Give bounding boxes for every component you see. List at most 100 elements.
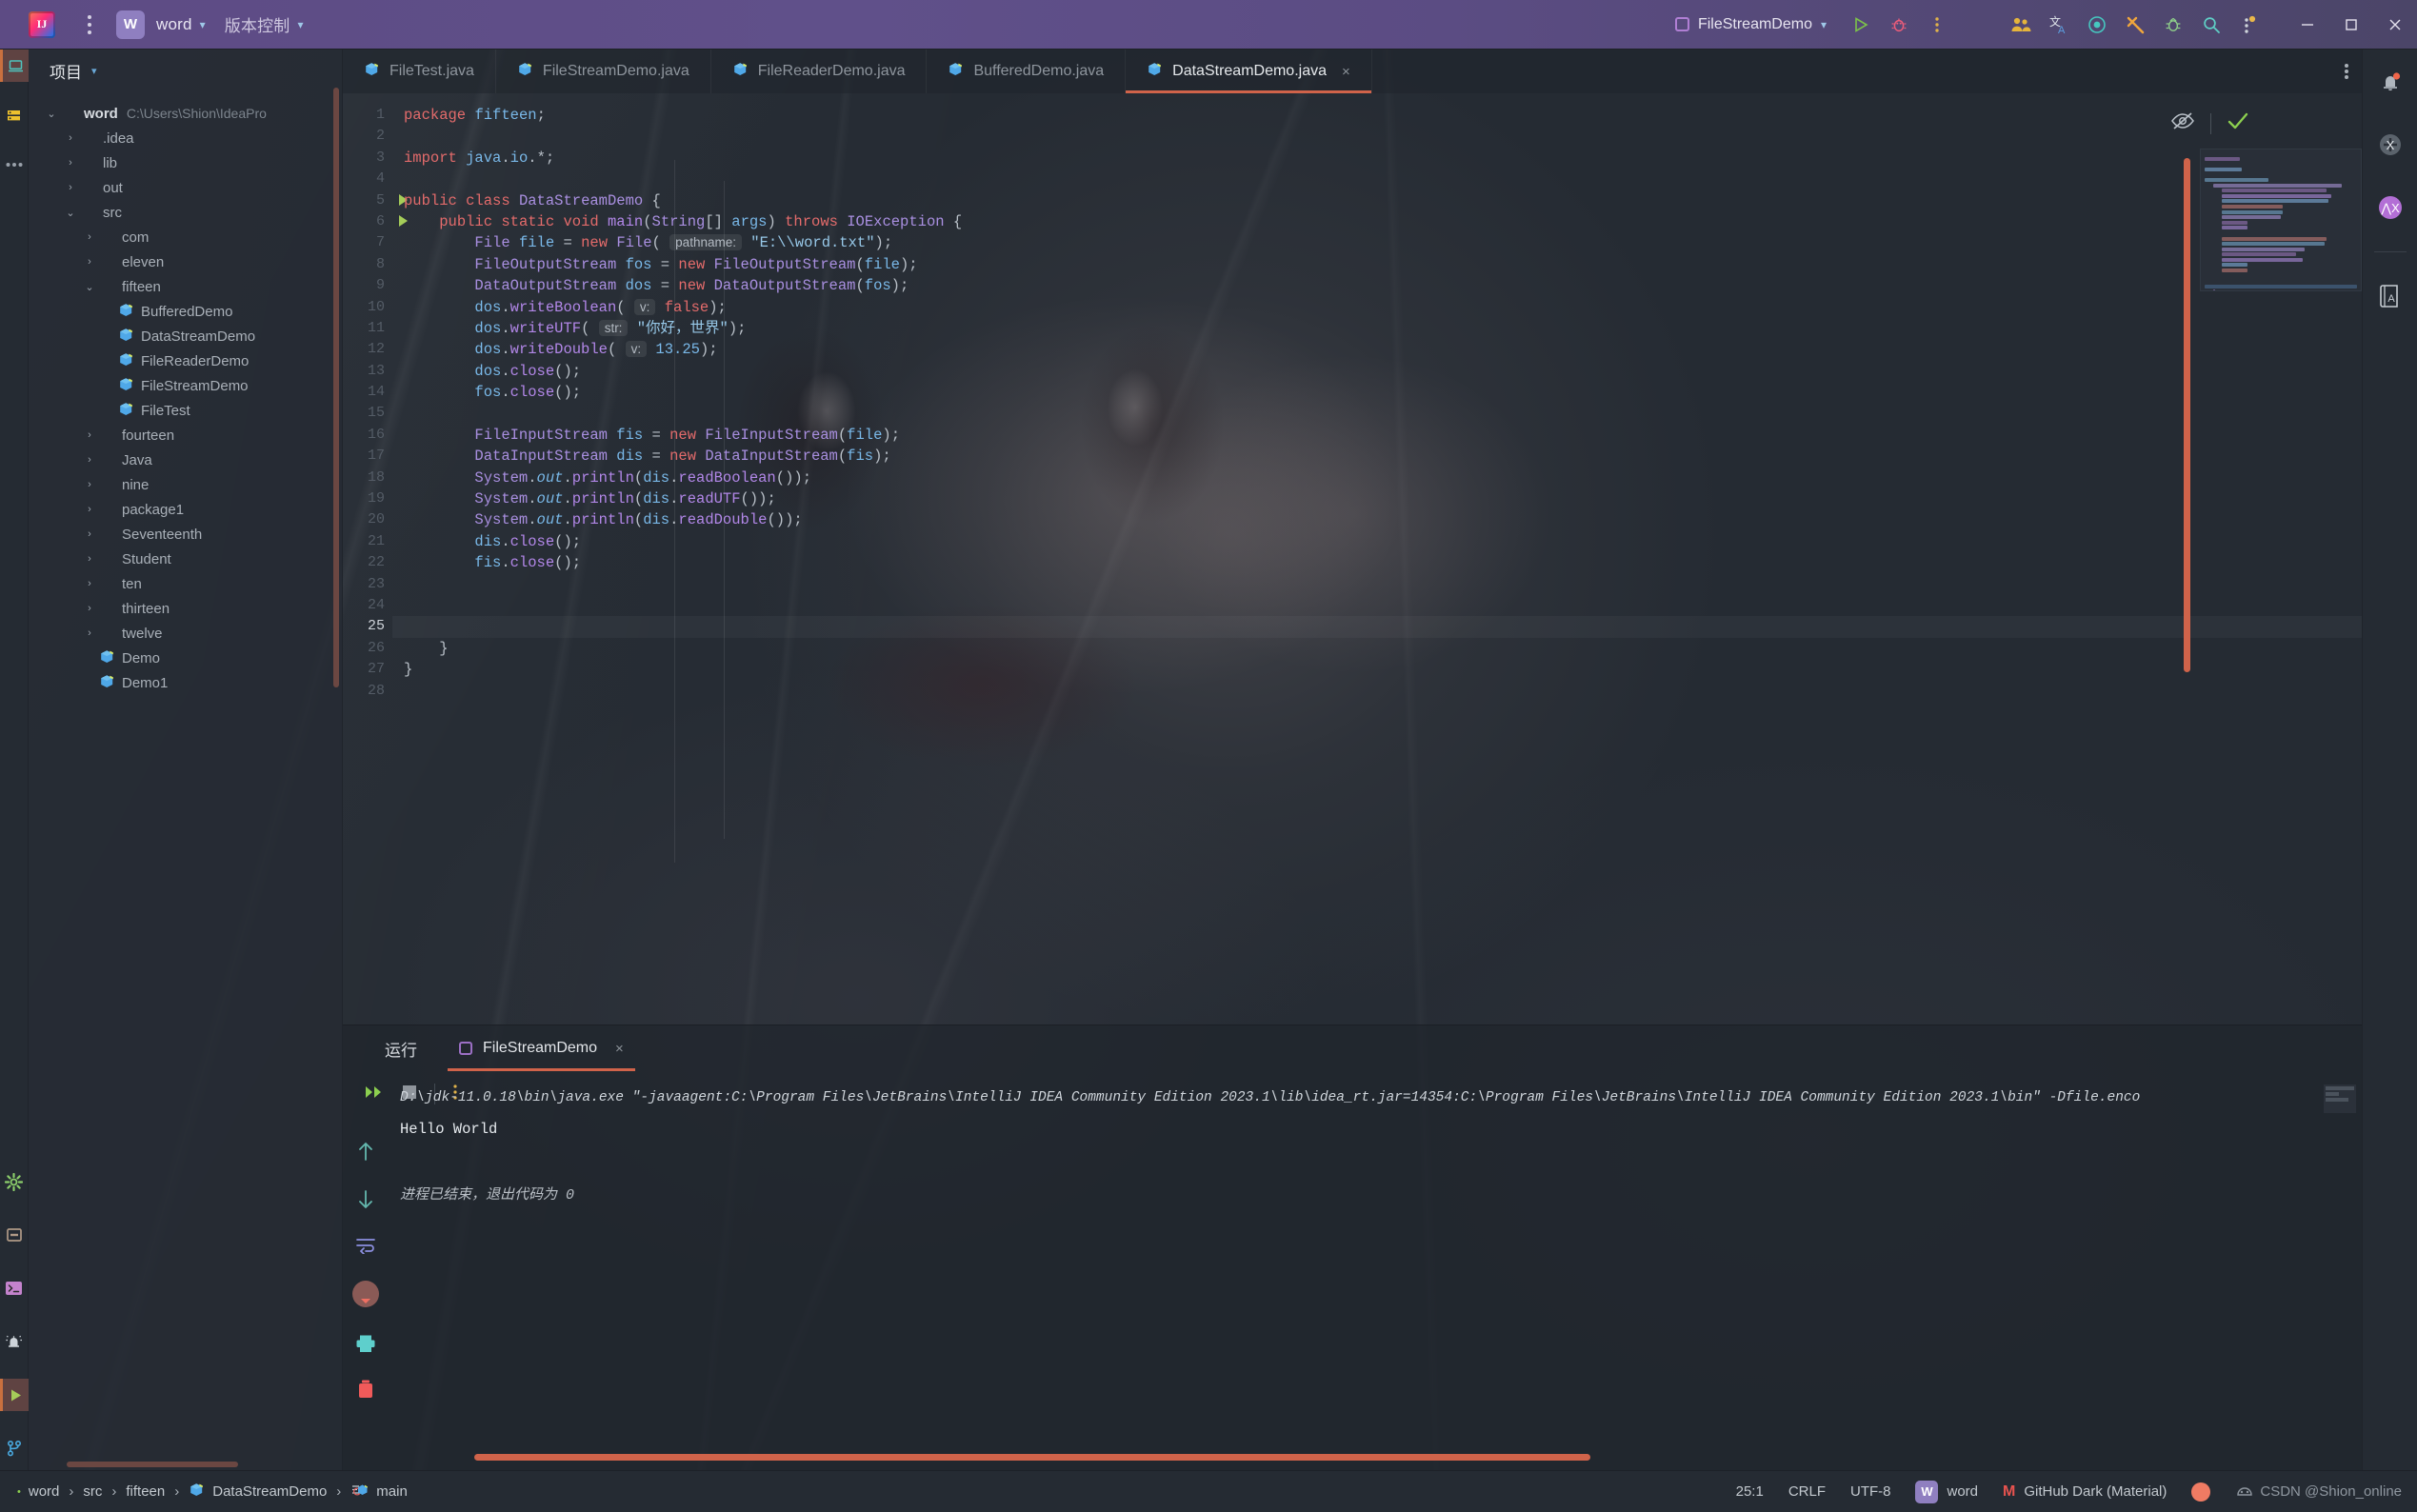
tree-item-filereaderdemo[interactable]: ›FileReaderDemo [29,348,342,373]
code-line-11[interactable]: dos.writeUTF( str: "你好，世界"); [392,318,2362,339]
ai-icon[interactable]: ⋀X [2371,189,2409,227]
project-selector[interactable]: W word ▾ [116,10,206,39]
updates-icon[interactable] [2230,6,2268,44]
editor-scrollbar-marker-bar[interactable] [2181,149,2194,1025]
chevron-right-icon[interactable]: › [80,603,99,614]
file-encoding[interactable]: UTF-8 [1850,1483,1891,1500]
chevron-right-icon[interactable]: › [61,182,80,193]
line-number-19[interactable]: 19 [343,488,392,509]
tree-item-java[interactable]: › Java [29,448,342,472]
debug-icon[interactable] [1880,6,1918,44]
editor-tab-filereaderdemo[interactable]: FileReaderDemo.java [711,50,928,93]
project-tree-horizontal-scrollbar[interactable] [67,1462,238,1467]
tree-item-fifteen[interactable]: ⌄ fifteen [29,274,342,299]
code-line-12[interactable]: dos.writeDouble( v: 13.25); [392,339,2362,360]
code-line-17[interactable]: DataInputStream dis = new DataInputStrea… [392,446,2362,467]
tree-item-lib[interactable]: › lib [29,150,342,175]
tree-item-thirteen[interactable]: › thirteen [29,596,342,621]
collaborate-icon[interactable] [2002,6,2040,44]
tree-item-twelve[interactable]: › twelve [29,621,342,646]
maximize-window-button[interactable] [2329,0,2373,50]
code-line-26[interactable]: } [392,638,2362,659]
line-separator[interactable]: CRLF [1788,1483,1826,1500]
chevron-right-icon[interactable]: › [80,479,99,490]
line-number-27[interactable]: 27 [343,659,392,680]
more-actions-icon[interactable] [1918,6,1956,44]
tools-icon[interactable] [2116,6,2154,44]
tree-item-buffereddemo[interactable]: ›BufferedDemo [29,299,342,324]
line-number-25[interactable]: 25 [343,616,392,637]
line-number-8[interactable]: 8 [343,254,392,275]
code-line-7[interactable]: File file = new File( pathname: "E:\\wor… [392,232,2362,253]
breadcrumb-item-fifteen[interactable]: fifteen [126,1483,165,1500]
tree-item-fourteen[interactable]: › fourteen [29,423,342,448]
soft-wrap-button[interactable] [355,1237,376,1259]
chevron-down-icon[interactable]: ⌄ [61,207,80,219]
tree-item-seventeenth[interactable]: › Seventeenth [29,522,342,547]
main-menu-icon[interactable] [76,14,103,34]
project-tree[interactable]: ⌄ word C:\Users\Shion\IdeaPro › .idea › lib › ou… [29,91,342,1470]
tree-item-demo1[interactable]: ›Demo1 [29,670,342,695]
tree-item-filestreamdemo[interactable]: ›FileStreamDemo [29,373,342,398]
project-status-item[interactable]: W word [1915,1480,1978,1503]
tree-item-package1[interactable]: › package1 [29,497,342,522]
more-tool-windows-button[interactable] [0,149,29,181]
version-control-menu[interactable]: 版本控制 ▾ [225,12,304,36]
notifications-bell-icon[interactable] [2371,63,2409,101]
breadcrumb-item-datastreamdemo[interactable]: DataStreamDemo [189,1482,327,1502]
chevron-right-icon[interactable]: › [80,627,99,639]
terminal-button[interactable] [0,1272,29,1304]
line-number-3[interactable]: 3 [343,148,392,169]
editor-tab-filetest[interactable]: FileTest.java [343,50,496,93]
code-line-27[interactable]: } [392,659,2362,680]
code-line-8[interactable]: FileOutputStream fos = new FileOutputStr… [392,254,2362,275]
line-number-20[interactable]: 20 [343,509,392,530]
structure-tool-window-button[interactable] [0,99,29,131]
close-icon[interactable]: × [615,1041,624,1057]
version-control-button[interactable] [0,1432,29,1464]
line-number-17[interactable]: 17 [343,446,392,467]
code-line-19[interactable]: System.out.println(dis.readUTF()); [392,488,2362,509]
editor-tab-filestreamdemo[interactable]: FileStreamDemo.java [496,50,711,93]
project-tree-vertical-scrollbar[interactable] [333,88,339,687]
chevron-down-icon[interactable]: ⌄ [80,281,99,293]
line-number-11[interactable]: 11 [343,318,392,339]
code-line-1[interactable]: package fifteen; [392,105,2362,126]
clear-all-button[interactable] [356,1379,375,1404]
chevron-right-icon[interactable]: › [80,578,99,589]
editor-tab-datastreamdemo[interactable]: DataStreamDemo.java × [1126,50,1372,93]
search-icon[interactable] [2192,6,2230,44]
maven-icon[interactable]: X [2371,126,2409,164]
tree-item-demo[interactable]: ›Demo [29,646,342,670]
chevron-right-icon[interactable]: › [80,553,99,565]
tree-item-eleven[interactable]: › eleven [29,249,342,274]
run-tool-window-button[interactable] [0,1379,29,1411]
code-line-16[interactable]: FileInputStream fis = new FileInputStrea… [392,425,2362,446]
dictionary-icon[interactable]: A [2371,277,2409,315]
minimize-window-button[interactable] [2286,0,2329,50]
project-tool-window-button[interactable] [0,50,29,82]
problems-bell-icon[interactable] [0,1325,29,1358]
line-number-18[interactable]: 18 [343,468,392,488]
translate-icon[interactable]: 文 A [2040,6,2078,44]
code-line-24[interactable] [392,595,2362,616]
print-button[interactable] [355,1334,376,1358]
editor-minimap[interactable] [2200,149,2362,291]
inspection-ok-check-icon[interactable] [2227,110,2249,136]
tree-item--idea[interactable]: › .idea [29,126,342,150]
breadcrumb-item-src[interactable]: src [83,1483,102,1500]
line-number-28[interactable]: 28 [343,681,392,702]
theme-selector[interactable]: M GitHub Dark (Material) [2003,1483,2167,1501]
code-line-21[interactable]: dis.close(); [392,531,2362,552]
line-number-12[interactable]: 12 [343,339,392,360]
breadcrumb-item-word[interactable]: • word [17,1483,59,1500]
tree-item-com[interactable]: › com [29,225,342,249]
chevron-right-icon[interactable]: › [80,429,99,441]
code-line-5[interactable]: public class DataStreamDemo { [392,190,2362,211]
code-line-15[interactable] [392,403,2362,424]
code-line-13[interactable]: dos.close(); [392,361,2362,382]
chevron-right-icon[interactable]: › [80,256,99,268]
close-icon[interactable]: × [1342,64,1350,80]
tree-item-word[interactable]: ⌄ word C:\Users\Shion\IdeaPro [29,101,342,126]
code-line-14[interactable]: fos.close(); [392,382,2362,403]
